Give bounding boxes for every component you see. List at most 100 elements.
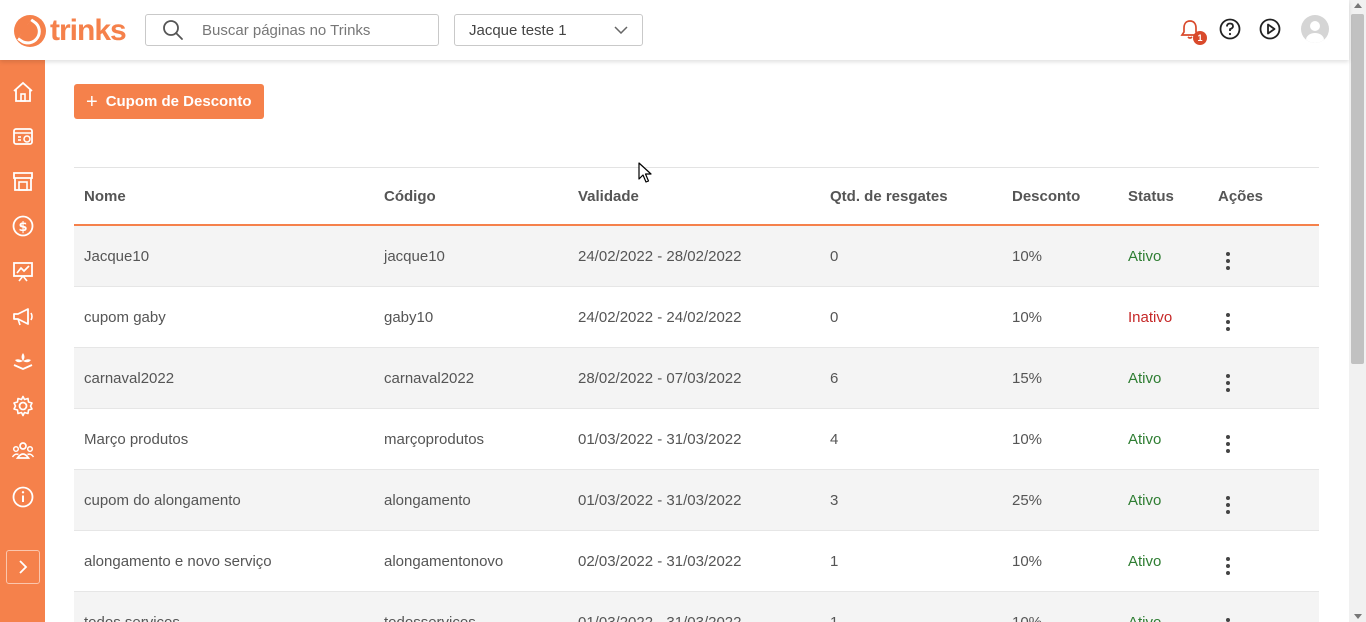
marketing-icon[interactable] xyxy=(10,303,36,329)
header-status[interactable]: Status xyxy=(1118,188,1208,205)
notifications-button[interactable]: 1 xyxy=(1177,16,1207,45)
establishment-value: Jacque teste 1 xyxy=(469,21,567,39)
cell-validade: 01/03/2022 - 31/03/2022 xyxy=(578,430,742,448)
notification-badge: 1 xyxy=(1193,31,1207,45)
clients-icon[interactable] xyxy=(10,438,36,464)
kebab-menu-icon[interactable] xyxy=(1218,617,1230,622)
info-icon[interactable] xyxy=(10,484,36,510)
cell-codigo: carnaval2022 xyxy=(384,369,475,387)
row-actions xyxy=(1208,487,1319,514)
row-actions xyxy=(1208,426,1319,453)
scroll-down-arrow-icon[interactable] xyxy=(1354,614,1362,619)
kebab-menu-icon[interactable] xyxy=(1218,312,1230,331)
header-nome[interactable]: Nome xyxy=(74,188,374,205)
reports-icon[interactable] xyxy=(10,258,36,284)
cell-desconto: 10% xyxy=(1012,430,1043,448)
search-input[interactable] xyxy=(202,21,432,39)
cell-status: Ativo xyxy=(1128,247,1162,265)
header-qtd-resgates[interactable]: Qtd. de resgates xyxy=(820,188,1002,205)
kebab-menu-icon[interactable] xyxy=(1218,495,1230,514)
row-actions xyxy=(1208,548,1319,575)
cell-desconto: 10% xyxy=(1012,247,1043,265)
cell-codigo: alongamentonovo xyxy=(384,552,504,570)
cell-codigo: alongamento xyxy=(384,491,471,509)
cell-status: Ativo xyxy=(1128,613,1162,622)
row-actions xyxy=(1208,609,1319,622)
cell-qtd: 4 xyxy=(830,430,839,448)
mouse-cursor-icon xyxy=(638,162,652,183)
search-box[interactable] xyxy=(145,14,439,46)
scroll-thumb[interactable] xyxy=(1351,14,1364,364)
agenda-icon[interactable] xyxy=(10,123,36,149)
kebab-menu-icon[interactable] xyxy=(1218,251,1230,270)
cell-status: Ativo xyxy=(1128,552,1162,570)
cell-desconto: 25% xyxy=(1012,491,1043,509)
logo-mark-icon xyxy=(14,15,46,47)
svg-text:$: $ xyxy=(18,220,27,235)
play-icon xyxy=(1259,18,1281,40)
page-scrollbar[interactable] xyxy=(1349,0,1366,622)
table-row[interactable]: cupom do alongamento alongamento 01/03/2… xyxy=(74,470,1319,531)
coupons-table: Nome Código Validade Qtd. de resgates De… xyxy=(74,167,1319,622)
cell-codigo: todosservicos xyxy=(384,613,476,622)
table-header: Nome Código Validade Qtd. de resgates De… xyxy=(74,168,1319,226)
settings-icon[interactable] xyxy=(10,393,36,419)
table-row[interactable]: todos serviços todosservicos 01/03/2022 … xyxy=(74,592,1319,622)
user-avatar-icon[interactable] xyxy=(1301,15,1329,43)
table-row[interactable]: carnaval2022 carnaval2022 28/02/2022 - 0… xyxy=(74,348,1319,409)
header-validade[interactable]: Validade xyxy=(568,188,820,205)
cell-desconto: 10% xyxy=(1012,552,1043,570)
cell-qtd: 6 xyxy=(830,369,839,387)
cell-validade: 01/03/2022 - 31/03/2022 xyxy=(578,491,742,509)
tutorial-button[interactable] xyxy=(1257,16,1283,42)
establishment-select[interactable]: Jacque teste 1 xyxy=(454,14,643,46)
cell-qtd: 1 xyxy=(830,613,839,622)
table-row[interactable]: cupom gaby gaby10 24/02/2022 - 24/02/202… xyxy=(74,287,1319,348)
kebab-menu-icon[interactable] xyxy=(1218,556,1230,575)
cell-qtd: 0 xyxy=(830,308,839,326)
cell-nome: carnaval2022 xyxy=(84,369,175,387)
sidebar-expand-button[interactable] xyxy=(6,550,40,584)
cell-status: Ativo xyxy=(1128,491,1162,509)
cell-nome: Março produtos xyxy=(84,430,189,448)
top-actions: 1 xyxy=(1177,15,1329,45)
row-actions xyxy=(1208,243,1319,270)
cell-qtd: 1 xyxy=(830,552,839,570)
store-icon[interactable] xyxy=(10,168,36,194)
money-icon[interactable]: $ xyxy=(10,213,36,239)
cell-codigo: marçoprodutos xyxy=(384,430,485,448)
table-row[interactable]: alongamento e novo serviço alongamentono… xyxy=(74,531,1319,592)
main-content: + Cupom de Desconto Nome Código Validade… xyxy=(45,60,1349,622)
trinks-logo[interactable]: trinks xyxy=(14,14,127,48)
cell-nome: todos serviços xyxy=(84,613,180,622)
scroll-up-arrow-icon[interactable] xyxy=(1354,3,1362,8)
kebab-menu-icon[interactable] xyxy=(1218,434,1230,453)
header-desconto[interactable]: Desconto xyxy=(1002,188,1118,205)
top-bar: trinks Jacque teste 1 1 xyxy=(0,0,1349,60)
home-icon[interactable] xyxy=(10,79,36,105)
cell-nome: cupom gaby xyxy=(84,308,166,326)
help-button[interactable] xyxy=(1217,16,1243,42)
logo-text: trinks xyxy=(50,14,127,47)
cell-codigo: jacque10 xyxy=(384,247,445,265)
cell-validade: 01/03/2022 - 31/03/2022 xyxy=(578,613,742,622)
table-row[interactable]: Março produtos marçoprodutos 01/03/2022 … xyxy=(74,409,1319,470)
cell-status: Ativo xyxy=(1128,369,1162,387)
kebab-menu-icon[interactable] xyxy=(1218,373,1230,392)
chevron-down-icon xyxy=(614,26,628,34)
row-actions xyxy=(1208,365,1319,392)
chevron-right-icon xyxy=(19,560,28,574)
table-row[interactable]: Jacque10 jacque10 24/02/2022 - 28/02/202… xyxy=(74,226,1319,287)
services-icon[interactable] xyxy=(10,348,36,374)
cell-desconto: 15% xyxy=(1012,369,1043,387)
add-coupon-button[interactable]: + Cupom de Desconto xyxy=(74,84,264,119)
cell-status: Ativo xyxy=(1128,430,1162,448)
help-icon xyxy=(1219,18,1241,40)
cell-codigo: gaby10 xyxy=(384,308,434,326)
cell-nome: alongamento e novo serviço xyxy=(84,552,272,570)
header-codigo[interactable]: Código xyxy=(374,188,568,205)
cell-nome: Jacque10 xyxy=(84,247,150,265)
cell-nome: cupom do alongamento xyxy=(84,491,241,509)
cell-validade: 24/02/2022 - 24/02/2022 xyxy=(578,308,742,326)
row-actions xyxy=(1208,304,1319,331)
